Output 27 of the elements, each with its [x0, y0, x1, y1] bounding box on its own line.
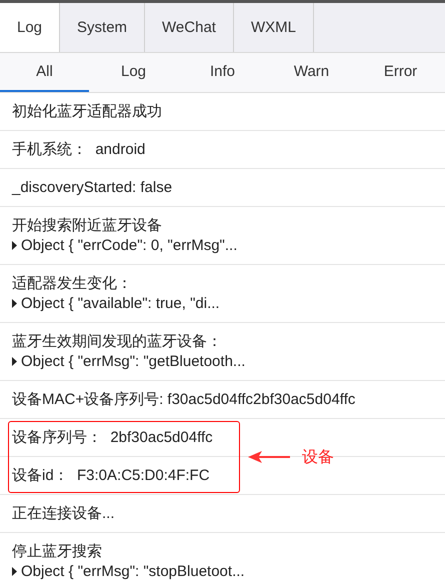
annotation-label: 设备	[302, 448, 334, 468]
object-preview: Object { "errCode": 0, "errMsg"...	[21, 236, 238, 255]
log-message: 正在连接设备...	[12, 504, 116, 523]
log-message: 设备MAC+设备序列号: f30ac5d04ffc2bf30ac5d04ffc	[12, 390, 356, 409]
object-preview: Object { "errMsg": "stopBluetoot...	[21, 562, 245, 581]
object-preview: Object { "available": true, "di...	[21, 294, 220, 313]
expand-triangle-icon[interactable]	[12, 299, 17, 308]
expand-triangle-icon[interactable]	[12, 357, 17, 366]
log-message: _discoveryStarted: false	[12, 178, 174, 197]
filter-tab[interactable]: Error	[356, 53, 445, 92]
expand-triangle-icon[interactable]	[12, 567, 17, 576]
log-message: 设备序列号： 2bf30ac5d04ffc	[12, 428, 214, 447]
log-message: 适配器发生变化：	[12, 274, 133, 293]
filter-tab[interactable]: Log	[89, 53, 178, 92]
filter-tab[interactable]: Info	[178, 53, 267, 92]
log-message: 手机系统： android	[12, 140, 146, 159]
log-message: 开始搜索附近蓝牙设备	[12, 216, 163, 235]
arrow-icon	[248, 451, 290, 463]
filter-tab[interactable]: All	[0, 53, 89, 92]
filter-tab[interactable]: Warn	[267, 53, 356, 92]
log-message: 设备id： F3:0A:C5:D0:4F:FC	[12, 466, 211, 485]
object-preview: Object { "errMsg": "getBluetooth...	[21, 352, 246, 371]
tab[interactable]: Log	[0, 3, 60, 52]
log-message: 初始化蓝牙适配器成功	[12, 102, 163, 121]
log-message: 停止蓝牙搜索	[12, 542, 103, 561]
expand-triangle-icon[interactable]	[12, 241, 17, 250]
log-message: 蓝牙生效期间发现的蓝牙设备：	[12, 332, 223, 351]
